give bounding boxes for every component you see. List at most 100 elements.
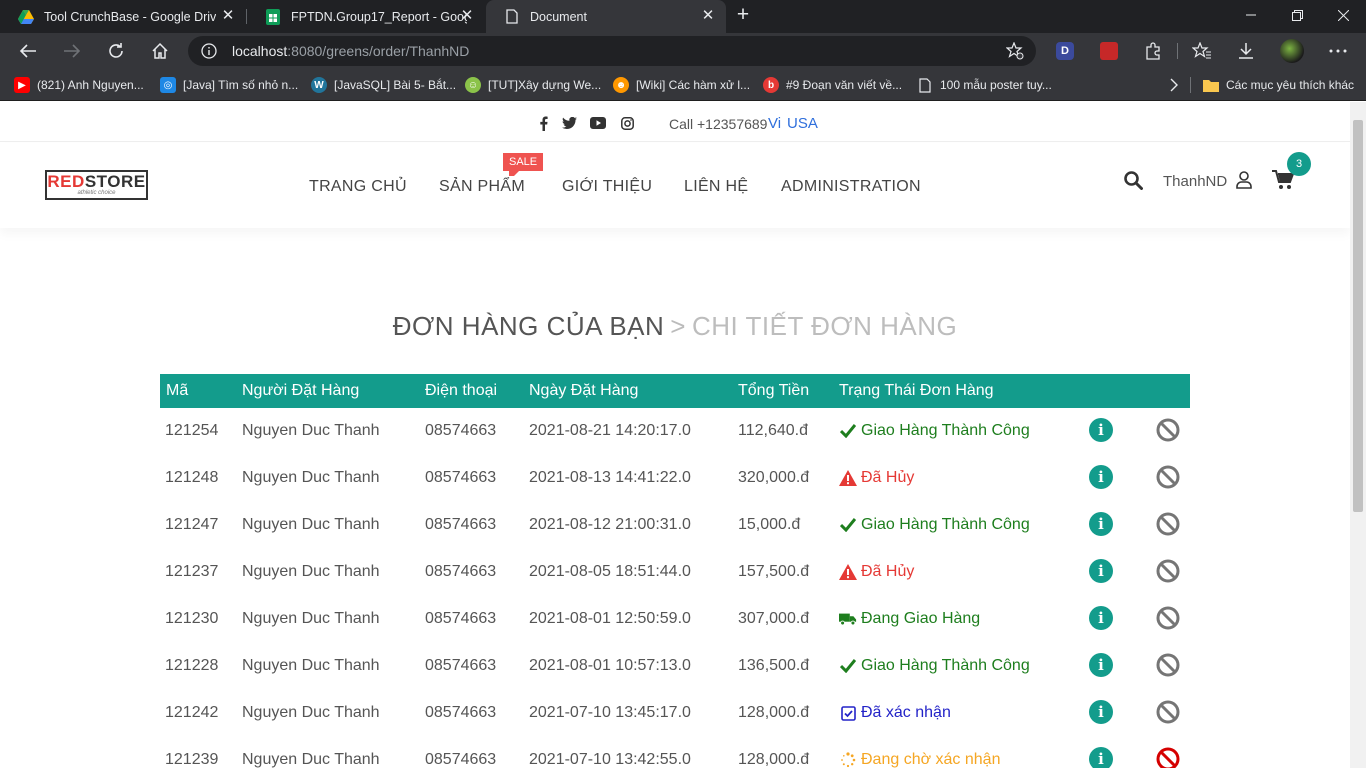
order-date: 2021-08-05 18:51:44.0 bbox=[529, 563, 691, 580]
cancel-order-button[interactable] bbox=[1156, 653, 1180, 677]
cancel-order-button[interactable] bbox=[1156, 700, 1180, 724]
tab-title: Tool CrunchBase - Google Drive bbox=[44, 9, 216, 24]
bookmark-item[interactable]: ☺ [TUT]Xây dựng We... bbox=[465, 76, 601, 94]
google-drive-icon bbox=[18, 9, 34, 25]
order-id: 121254 bbox=[165, 422, 219, 439]
document-icon bbox=[504, 9, 520, 25]
bookmark-label: #9 Đoạn văn viết về... bbox=[786, 78, 903, 92]
scrollbar-thumb[interactable] bbox=[1353, 120, 1363, 512]
order-total: 15,000.đ bbox=[738, 516, 801, 533]
new-tab-button[interactable]: + bbox=[732, 4, 754, 27]
site-info-icon[interactable] bbox=[201, 43, 217, 64]
check-icon bbox=[839, 516, 857, 534]
order-info-button[interactable]: i bbox=[1089, 747, 1113, 768]
nav-about[interactable]: GIỚI THIỆU bbox=[562, 178, 652, 196]
nav-products[interactable]: SẢN PHẨM bbox=[439, 178, 525, 196]
add-favorite-icon[interactable] bbox=[1005, 41, 1024, 65]
nav-administration[interactable]: ADMINISTRATION bbox=[781, 178, 921, 196]
table-body: 121254 Nguyen Duc Thanh 08574663 2021-08-21… bbox=[160, 408, 1190, 768]
ban-icon bbox=[1156, 747, 1180, 768]
customer-name: Nguyen Duc Thanh bbox=[242, 610, 380, 627]
nav-home[interactable]: TRANG CHỦ bbox=[309, 178, 407, 196]
ban-icon bbox=[1156, 418, 1180, 442]
order-total: 136,500.đ bbox=[738, 657, 810, 674]
other-favorites-folder[interactable]: Các mục yêu thích khác bbox=[1203, 76, 1354, 94]
cancel-order-button[interactable] bbox=[1156, 559, 1180, 583]
extension-d-icon[interactable]: D bbox=[1053, 39, 1077, 63]
search-icon[interactable] bbox=[1124, 169, 1143, 191]
cancel-order-button[interactable] bbox=[1156, 512, 1180, 536]
checkbox-checked-icon bbox=[839, 704, 857, 722]
user-icon[interactable] bbox=[1236, 169, 1252, 191]
table-row: 121239 Nguyen Duc Thanh 08574663 2021-07-10… bbox=[160, 737, 1190, 768]
username-link[interactable]: ThanhND bbox=[1163, 173, 1227, 190]
home-icon[interactable] bbox=[148, 39, 172, 63]
bookmark-item[interactable]: ☻ [Wiki] Các hàm xử l... bbox=[613, 76, 750, 94]
browser-tab-google-drive[interactable]: Tool CrunchBase - Google Drive ✕ bbox=[0, 0, 246, 33]
order-info-button[interactable]: i bbox=[1089, 465, 1113, 489]
bookmark-item[interactable]: ▶ (821) Anh Nguyen... bbox=[14, 76, 144, 94]
bookmark-item[interactable]: W [JavaSQL] Bài 5- Bắt... bbox=[311, 76, 456, 94]
bookmark-label: [Wiki] Các hàm xử l... bbox=[636, 78, 751, 92]
bookmark-item[interactable]: b #9 Đoạn văn viết về... bbox=[763, 76, 902, 94]
language-usa[interactable]: USA bbox=[787, 115, 818, 132]
close-tab-icon[interactable]: ✕ bbox=[459, 8, 475, 24]
browser-toolbar: localhost:8080/greens/order/ThanhND D bbox=[0, 33, 1366, 69]
page-heading: ĐƠN HÀNG CỦA BẠN > CHI TIẾT ĐƠN HÀNG bbox=[0, 311, 1350, 342]
language-vi[interactable]: Vi bbox=[768, 115, 781, 132]
heading-orders[interactable]: ĐƠN HÀNG CỦA BẠN bbox=[393, 311, 665, 341]
close-tab-icon[interactable]: ✕ bbox=[700, 8, 716, 24]
cancel-order-button[interactable] bbox=[1156, 747, 1180, 768]
youtube-icon: ▶ bbox=[14, 77, 30, 93]
order-status: Giao Hàng Thành Công bbox=[839, 657, 1030, 675]
browser-tab-document[interactable]: Document ✕ bbox=[486, 0, 726, 33]
back-icon[interactable] bbox=[16, 39, 40, 63]
minimize-icon[interactable] bbox=[1228, 0, 1274, 30]
address-bar[interactable]: localhost:8080/greens/order/ThanhND bbox=[188, 36, 1036, 66]
bookmark-label: [Java] Tìm số nhỏ n... bbox=[183, 78, 299, 92]
avatar-icon: ☻ bbox=[613, 77, 629, 93]
check-icon bbox=[839, 422, 857, 440]
order-info-button[interactable]: i bbox=[1089, 653, 1113, 677]
bookmarks-bar: ▶ (821) Anh Nguyen... ◎ [Java] Tìm số nh… bbox=[0, 69, 1366, 101]
forward-icon[interactable] bbox=[60, 39, 84, 63]
cancel-order-button[interactable] bbox=[1156, 465, 1180, 489]
extensions-puzzle-icon[interactable] bbox=[1141, 39, 1165, 63]
cancel-order-button[interactable] bbox=[1156, 418, 1180, 442]
chevron-right-icon[interactable] bbox=[1170, 76, 1178, 94]
close-tab-icon[interactable]: ✕ bbox=[220, 8, 236, 24]
browser-tab-report[interactable]: FPTDN.Group17_Report - Google ✕ bbox=[247, 0, 485, 33]
ban-icon bbox=[1156, 700, 1180, 724]
instagram-icon[interactable] bbox=[619, 115, 635, 131]
youtube-icon[interactable] bbox=[590, 115, 606, 131]
cancel-order-button[interactable] bbox=[1156, 606, 1180, 630]
order-id: 121242 bbox=[165, 704, 219, 721]
facebook-icon[interactable] bbox=[535, 115, 551, 131]
order-total: 307,000.đ bbox=[738, 610, 810, 627]
bookmark-item[interactable]: 100 mẫu poster tuy... bbox=[917, 76, 1052, 94]
order-info-button[interactable]: i bbox=[1089, 606, 1113, 630]
restore-icon[interactable] bbox=[1274, 0, 1320, 30]
favorites-icon[interactable] bbox=[1190, 39, 1214, 63]
wordpress-icon: W bbox=[311, 77, 327, 93]
status-label: Giao Hàng Thành Công bbox=[861, 657, 1030, 674]
bookmark-item[interactable]: ◎ [Java] Tìm số nhỏ n... bbox=[160, 76, 298, 94]
page-icon bbox=[917, 77, 933, 93]
page-scrollbar[interactable] bbox=[1350, 102, 1366, 768]
column-header-date: Ngày Đặt Hàng bbox=[529, 382, 639, 399]
profile-avatar[interactable] bbox=[1280, 39, 1304, 63]
reload-icon[interactable] bbox=[104, 39, 128, 63]
redstore-logo[interactable]: REDSTORE athletic choice bbox=[45, 170, 148, 200]
close-window-icon[interactable] bbox=[1320, 0, 1366, 30]
order-info-button[interactable]: i bbox=[1089, 418, 1113, 442]
column-header-total: Tổng Tiền bbox=[738, 382, 810, 399]
order-total: 157,500.đ bbox=[738, 563, 810, 580]
order-info-button[interactable]: i bbox=[1089, 700, 1113, 724]
download-icon[interactable] bbox=[1234, 39, 1258, 63]
order-info-button[interactable]: i bbox=[1089, 512, 1113, 536]
extension-red-icon[interactable] bbox=[1097, 39, 1121, 63]
twitter-icon[interactable] bbox=[561, 115, 577, 131]
order-info-button[interactable]: i bbox=[1089, 559, 1113, 583]
nav-contact[interactable]: LIÊN HỆ bbox=[684, 178, 748, 196]
more-menu-icon[interactable] bbox=[1326, 39, 1350, 63]
